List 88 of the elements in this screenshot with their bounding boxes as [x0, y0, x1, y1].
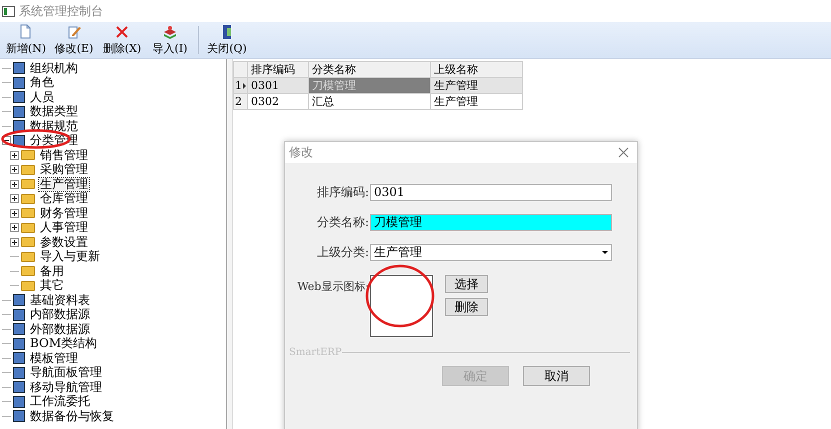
table-cell: 生产管理: [430, 78, 522, 94]
node-icon: [13, 396, 25, 408]
toolbar-button[interactable]: 修改(E): [50, 22, 98, 58]
expand-icon[interactable]: [10, 180, 19, 189]
tree-item[interactable]: 仓库管理: [38, 191, 90, 206]
toolbar-button[interactable]: 新增(N): [2, 22, 50, 58]
field-label: 排序编码:: [316, 184, 369, 200]
tree-item[interactable]: 外部数据源: [28, 322, 92, 337]
node-icon: [13, 410, 25, 422]
column-header[interactable]: 排序编码: [248, 62, 308, 78]
node-icon: [13, 106, 25, 118]
tree-item[interactable]: 移动导航管理: [28, 380, 104, 395]
close-icon[interactable]: [618, 147, 629, 158]
node-icon: [13, 294, 25, 306]
dialog-button[interactable]: 删除: [445, 298, 488, 316]
folder-icon: [21, 237, 35, 248]
expand-icon[interactable]: [10, 208, 19, 218]
stacked-books-icon: [162, 24, 178, 40]
node-icon: [13, 381, 25, 394]
folder-icon: [21, 150, 35, 160]
table-cell: 0301: [248, 78, 308, 94]
expand-icon[interactable]: [10, 238, 19, 247]
expand-icon[interactable]: [10, 194, 19, 204]
node-icon: [13, 338, 25, 350]
toolbar-button[interactable]: 删除(X): [98, 22, 146, 58]
folder-icon: [21, 208, 35, 218]
expand-icon[interactable]: [10, 150, 19, 160]
tree-item[interactable]: 采购管理: [38, 162, 90, 178]
expand-icon[interactable]: [10, 223, 19, 232]
folder-icon: [21, 280, 35, 291]
caret-icon: [602, 250, 608, 254]
tree-item[interactable]: 组织机构: [28, 60, 80, 76]
expand-icon[interactable]: [10, 165, 19, 174]
folder-icon: [21, 222, 35, 233]
toolbar-button[interactable]: 关闭(Q): [203, 22, 251, 58]
tree-item[interactable]: 备用: [38, 264, 66, 279]
column-header[interactable]: 上级名称: [430, 62, 522, 78]
folder-icon: [21, 252, 35, 262]
node-icon: [13, 366, 25, 379]
table-cell: 刀模管理: [308, 78, 430, 94]
tree-item[interactable]: 人员: [28, 90, 56, 105]
tree-item[interactable]: 参数设置: [38, 234, 90, 250]
tree-item[interactable]: 生产管理: [38, 176, 90, 192]
tree-item[interactable]: BOM类结构: [28, 336, 100, 352]
annotation-circle: [365, 264, 435, 328]
tree-item[interactable]: 模板管理: [28, 350, 80, 366]
tree-item[interactable]: 导航面板管理: [28, 365, 104, 380]
node-icon: [13, 352, 25, 364]
node-icon: [13, 62, 25, 74]
column-header[interactable]: 分类名称: [308, 62, 430, 78]
tree-item[interactable]: 财务管理: [38, 206, 90, 221]
tree-item[interactable]: 销售管理: [38, 148, 90, 163]
toolbar-button[interactable]: 导入(I): [146, 22, 194, 58]
dialog-button[interactable]: 取消: [523, 366, 590, 386]
tree-item[interactable]: 角色: [28, 75, 56, 90]
tree-item[interactable]: 数据备份与恢复: [28, 408, 116, 424]
folder-icon: [21, 194, 35, 204]
dialog-button[interactable]: 选择: [445, 275, 488, 293]
tree-item[interactable]: 人事管理: [38, 220, 90, 236]
field-label: 分类名称:: [316, 214, 369, 230]
window-title: 系统管理控制台: [19, 2, 103, 20]
node-icon: [13, 308, 25, 321]
tree-item[interactable]: 其它: [38, 278, 66, 294]
close-icon: [114, 24, 130, 40]
image-preview: [370, 275, 433, 337]
node-icon: [13, 323, 25, 336]
folder-icon: [21, 266, 35, 276]
table-cell: 0302: [248, 94, 308, 110]
field-label: 上级分类:: [316, 244, 369, 260]
row-header[interactable]: 2: [234, 94, 248, 110]
table-cell: 汇总: [308, 94, 430, 110]
node-icon: [13, 91, 25, 104]
tree-item[interactable]: 内部数据源: [28, 307, 92, 322]
folder-icon: [21, 164, 35, 175]
dialog-title: 修改: [289, 144, 313, 161]
row-header[interactable]: 1: [234, 78, 248, 94]
tree-item[interactable]: 数据类型: [28, 104, 80, 120]
dropdown-field[interactable]: 生产管理: [370, 244, 612, 260]
input-field[interactable]: 刀模管理: [370, 214, 612, 230]
folder-icon: [21, 179, 35, 190]
input-field[interactable]: 0301: [370, 184, 612, 200]
tree-item[interactable]: 工作流委托: [28, 394, 92, 410]
pencil-page-icon: [66, 24, 82, 40]
table-cell: 生产管理: [430, 94, 522, 110]
tree-item[interactable]: 导入与更新: [38, 249, 102, 264]
node-icon: [13, 76, 25, 89]
node-icon: [13, 120, 25, 132]
tree-item[interactable]: 基础资料表: [28, 292, 92, 308]
